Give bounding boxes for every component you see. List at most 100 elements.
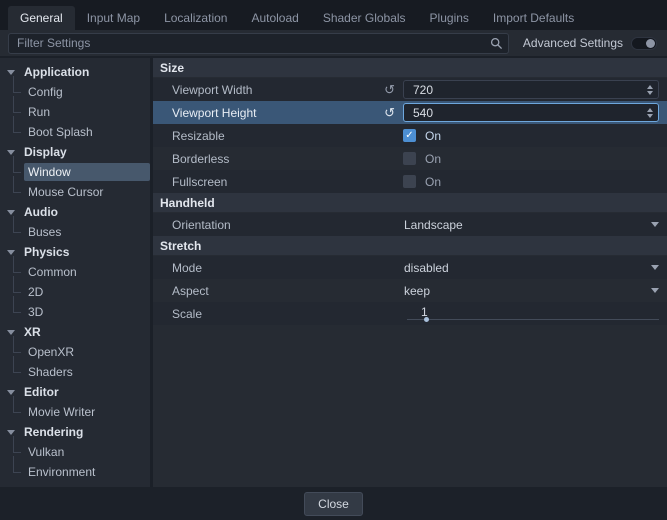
project-settings-window: GeneralInput MapLocalizationAutoloadShad… [0,0,667,520]
property-label-cell: Viewport Height ↺ [153,106,403,120]
sidebar-item-label: Run [24,103,150,121]
close-button[interactable]: Close [304,492,363,516]
sidebar-item-mouse-cursor[interactable]: Mouse Cursor [0,182,150,202]
sidebar-item-label: Window [24,163,150,181]
collapse-arrow-icon[interactable] [7,70,15,75]
spin-stepper-icon[interactable] [647,85,653,95]
sidebar-item-rendering[interactable]: Rendering [0,422,150,442]
slider-spinbox[interactable]: 1 [403,302,667,325]
sidebar-item-config[interactable]: Config [0,82,150,102]
sidebar-item-common[interactable]: Common [0,262,150,282]
property-label: Scale [172,307,202,321]
sidebar-item-label: OpenXR [24,343,150,361]
sidebar-item-label: Common [24,263,150,281]
property-control: 720 [403,78,667,101]
sidebar-item-audio[interactable]: Audio [0,202,150,222]
section-title: Stretch [160,239,201,253]
checkbox-label: On [425,129,441,143]
collapse-arrow-icon[interactable] [7,330,15,335]
section-title: Size [160,61,184,75]
tab-general[interactable]: General [8,6,75,30]
sidebar-item-buses[interactable]: Buses [0,222,150,242]
collapse-arrow-icon[interactable] [7,150,15,155]
sidebar-item-vulkan[interactable]: Vulkan [0,442,150,462]
sidebar-item-shaders[interactable]: Shaders [0,362,150,382]
sidebar-item-editor[interactable]: Editor [0,382,150,402]
collapse-arrow-icon[interactable] [7,210,15,215]
sidebar-item-2d[interactable]: 2D [0,282,150,302]
property-label: Fullscreen [172,175,227,189]
section-header-handheld: Handheld [153,193,667,212]
sidebar-item-openxr[interactable]: OpenXR [0,342,150,362]
property-row-aspect: Aspect keep [153,279,667,302]
dropdown-value: disabled [403,261,651,275]
property-label-cell: Fullscreen [153,175,403,189]
property-row-scale: Scale 1 [153,302,667,325]
spin-stepper-icon[interactable] [647,108,653,118]
dropdown[interactable]: keep [403,279,667,302]
sidebar-item-window[interactable]: Window [0,162,150,182]
sidebar-item-display[interactable]: Display [0,142,150,162]
sidebar-item-boot-splash[interactable]: Boot Splash [0,122,150,142]
property-label-cell: Aspect [153,284,403,298]
tab-localization[interactable]: Localization [152,6,239,30]
property-row-viewport-width: Viewport Width ↺ 720 [153,78,667,101]
sidebar-section-label: Display [20,143,150,161]
sidebar-item-label: Config [24,83,150,101]
tab-shader-globals[interactable]: Shader Globals [311,6,418,30]
filter-row: Advanced Settings [0,30,667,58]
checkbox[interactable] [403,152,416,165]
dropdown-arrow-icon [651,222,659,227]
sidebar-item-label: Shaders [24,363,150,381]
property-label: Resizable [172,129,225,143]
sidebar-item-xr[interactable]: XR [0,322,150,342]
checkbox-label: On [425,175,441,189]
sidebar-item-3d[interactable]: 3D [0,302,150,322]
tab-input-map[interactable]: Input Map [75,6,152,30]
sidebar-item-label: 2D [24,283,150,301]
tab-autoload[interactable]: Autoload [239,6,310,30]
checkbox[interactable] [403,175,416,188]
property-control: On [403,147,667,170]
dropdown-value: keep [403,284,651,298]
number-spinbox[interactable]: 540 [403,103,659,122]
property-control: On [403,170,667,193]
content-area: Application Config Run Boot Splash Displ… [0,58,667,487]
collapse-arrow-icon[interactable] [7,430,15,435]
number-spinbox[interactable]: 720 [403,80,659,99]
sidebar-item-environment[interactable]: Environment [0,462,150,482]
advanced-settings-toggle[interactable] [631,37,657,50]
property-label-cell: Resizable [153,129,403,143]
filter-settings-input[interactable] [8,33,509,54]
sidebar-item-label: Buses [24,223,150,241]
property-row-orientation: Orientation Landscape [153,213,667,236]
revert-icon[interactable]: ↺ [384,106,395,119]
tab-plugins[interactable]: Plugins [418,6,481,30]
sidebar-item-movie-writer[interactable]: Movie Writer [0,402,150,422]
search-icon [490,37,503,50]
spin-value: 720 [413,83,433,97]
dropdown-value: Landscape [403,218,651,232]
property-control: On [403,124,667,147]
sidebar-item-application[interactable]: Application [0,62,150,82]
dropdown[interactable]: disabled [403,256,667,279]
slider-grabber[interactable] [424,317,429,322]
tab-import-defaults[interactable]: Import Defaults [481,6,586,30]
dropdown[interactable]: Landscape [403,213,667,236]
checkbox[interactable] [403,129,416,142]
revert-icon[interactable]: ↺ [384,83,395,96]
sidebar-item-run[interactable]: Run [0,102,150,122]
search-box [8,33,509,54]
collapse-arrow-icon[interactable] [7,250,15,255]
dropdown-arrow-icon [651,288,659,293]
property-label-cell: Borderless [153,152,403,166]
property-label: Viewport Height [172,106,257,120]
sidebar-section-label: Application [20,63,150,81]
spin-value: 540 [413,106,433,120]
sidebar-item-label: Movie Writer [24,403,150,421]
property-row-borderless: Borderless On [153,147,667,170]
sidebar-item-physics[interactable]: Physics [0,242,150,262]
property-label: Viewport Width [172,83,252,97]
sidebar-section-label: Audio [20,203,150,221]
collapse-arrow-icon[interactable] [7,390,15,395]
